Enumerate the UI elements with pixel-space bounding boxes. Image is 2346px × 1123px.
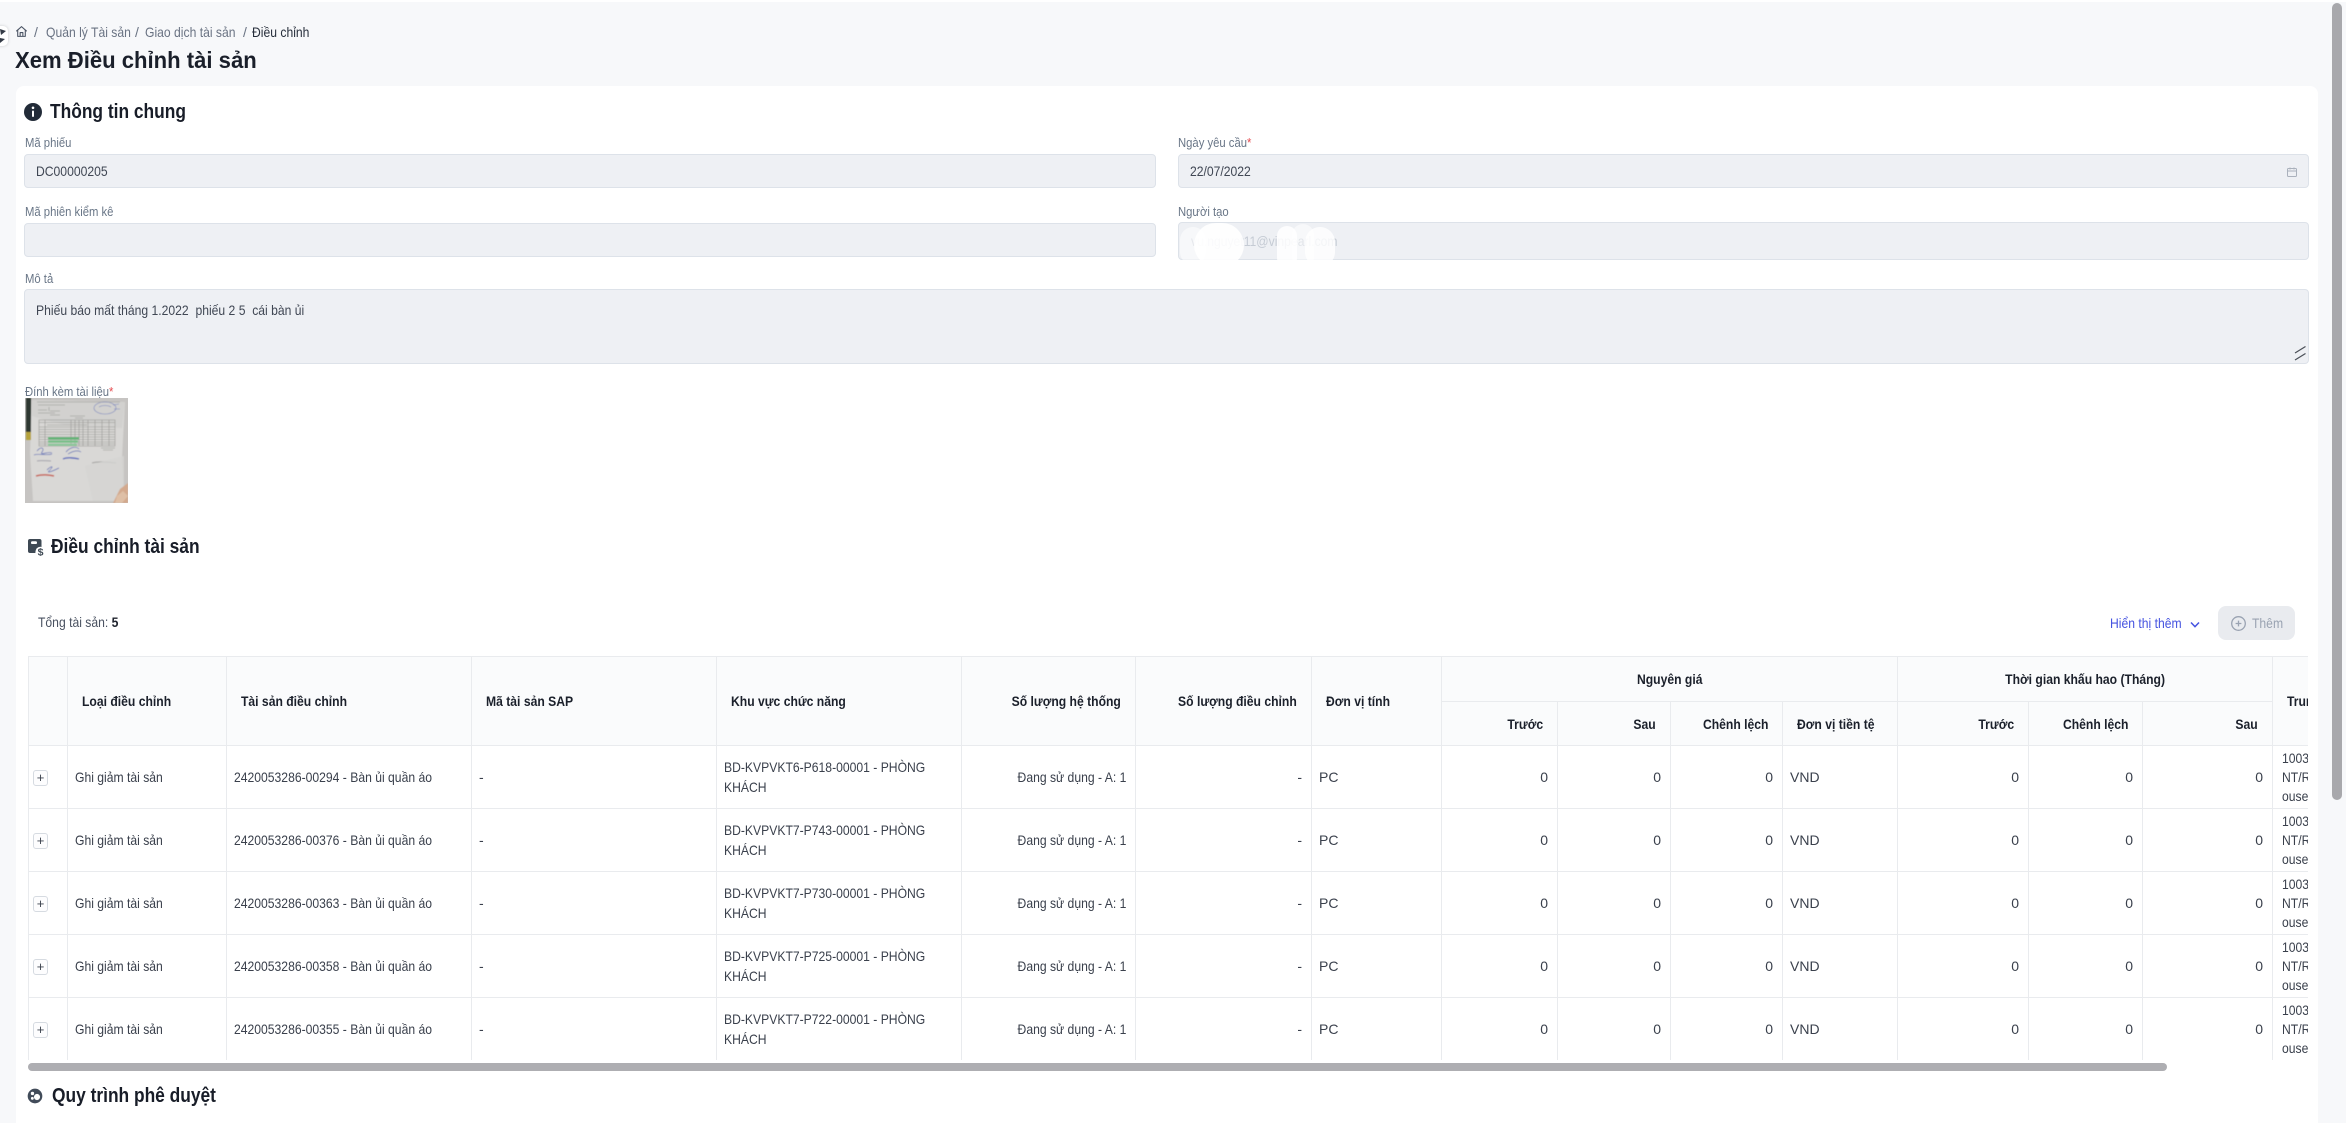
svg-text:$: $ [38,546,44,556]
